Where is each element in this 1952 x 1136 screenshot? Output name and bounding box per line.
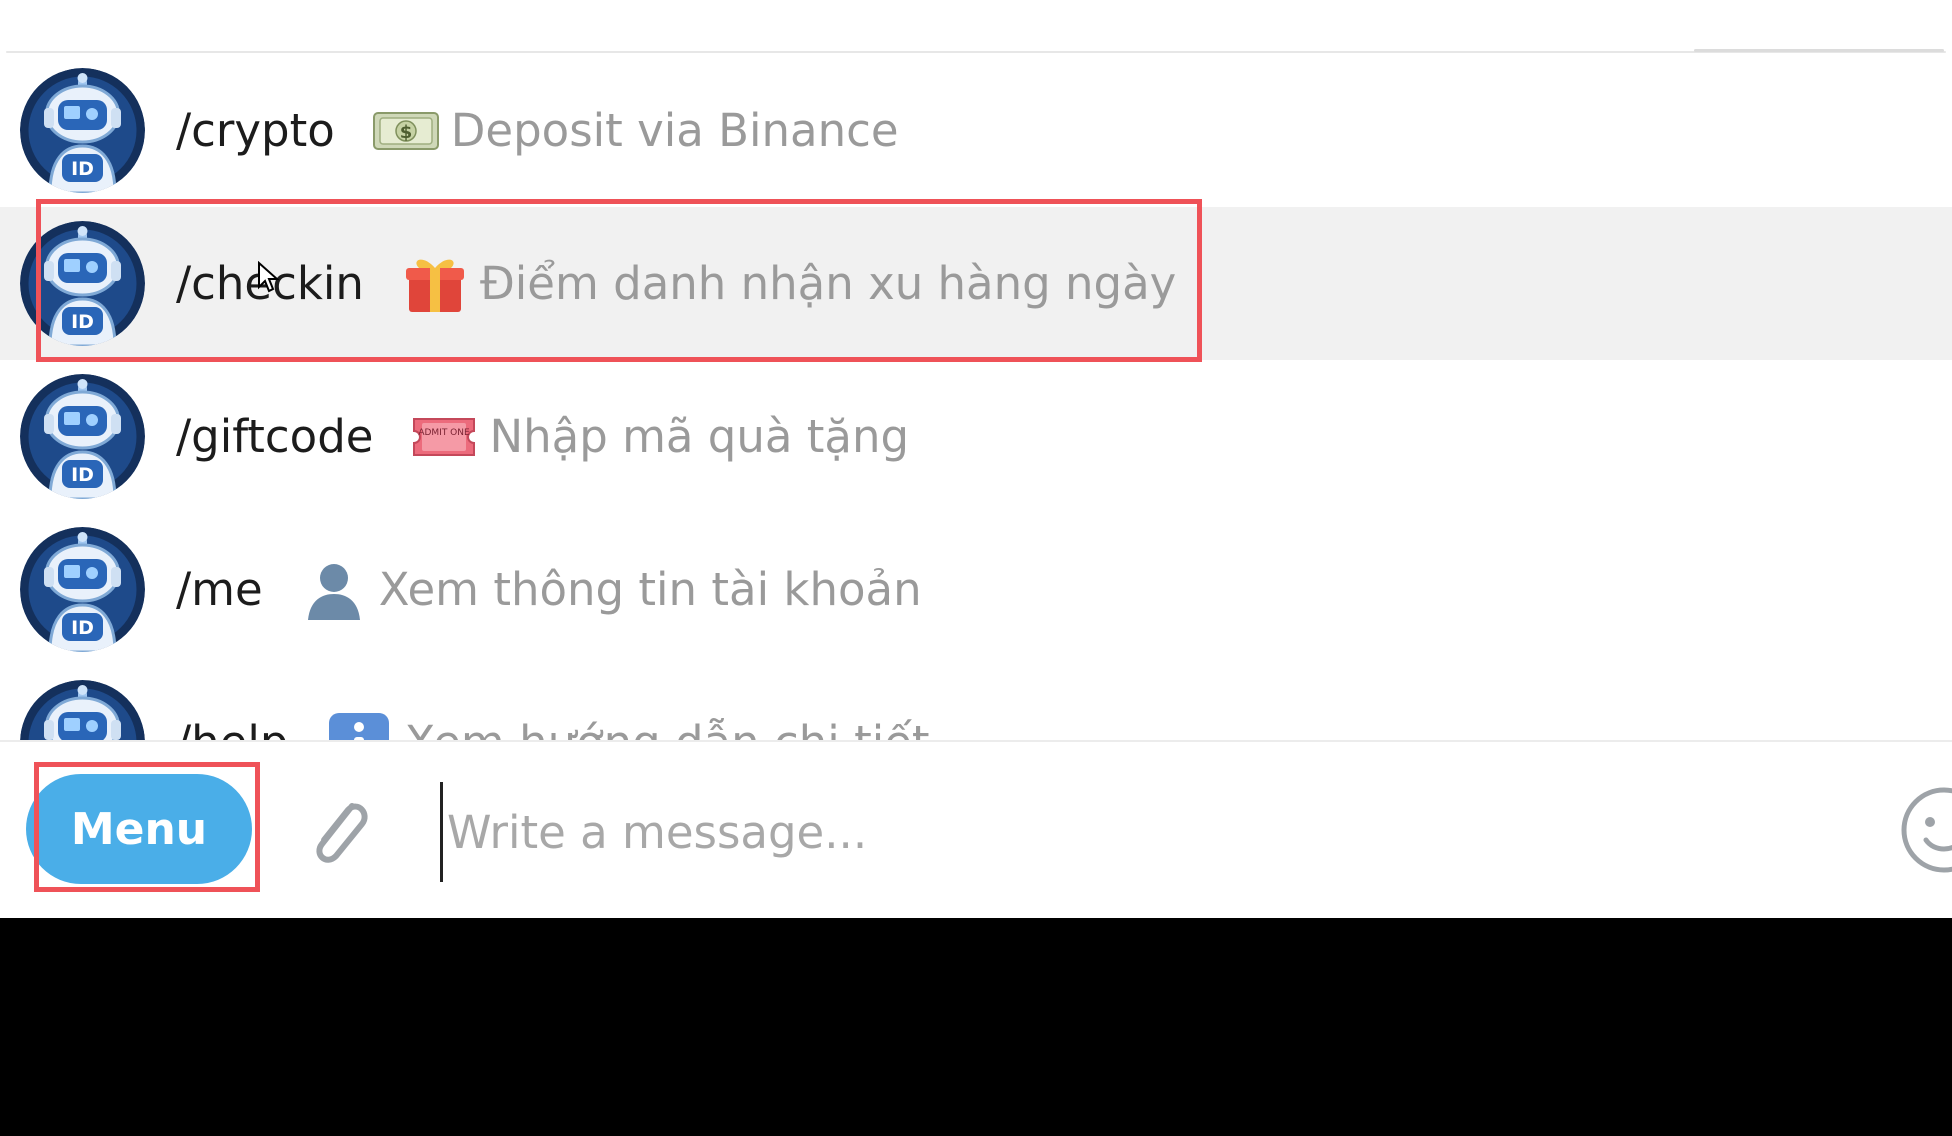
svg-text:ID: ID (71, 311, 94, 333)
message-composer: Menu (0, 740, 1952, 918)
bot-avatar: ID (20, 68, 145, 193)
info-icon (324, 708, 394, 740)
robot-avatar-image: ID (20, 680, 145, 740)
message-input[interactable] (440, 782, 1860, 882)
command-row-help[interactable]: ID /help Xem hướng dẫn chi tiết (0, 666, 1952, 740)
robot-avatar-image: ID (20, 527, 145, 652)
admit-one-ticket-icon: ADMIT ONE (409, 402, 479, 472)
command-description: Xem hướng dẫn chi tiết (404, 716, 929, 740)
robot-avatar-image: ID (20, 68, 145, 193)
popup-top-border (6, 51, 1946, 53)
command-row-giftcode[interactable]: ID /giftcode ADMIT ONE Nhập mã quà tặng (0, 360, 1952, 513)
mouse-cursor-icon (258, 261, 279, 293)
menu-button[interactable]: Menu (26, 774, 252, 884)
command-name: /help (176, 716, 288, 740)
person-silhouette-icon (299, 555, 369, 625)
command-name: /giftcode (176, 410, 374, 463)
command-row-crypto[interactable]: ID /crypto $ Deposit via Binance (0, 54, 1952, 207)
paperclip-icon[interactable] (300, 786, 380, 876)
robot-avatar-image: ID (20, 374, 145, 499)
bot-avatar: ID (20, 374, 145, 499)
bot-avatar: ID (20, 680, 145, 740)
svg-text:ID: ID (71, 617, 94, 639)
command-description: Deposit via Binance (450, 104, 899, 157)
telegram-chat-window: ID /crypto $ Deposit via Binance ID /che… (0, 0, 1952, 918)
command-description: Nhập mã quà tặng (489, 410, 910, 463)
command-row-checkin[interactable]: ID /checkin Điểm danh nhận xu hàng ngày (0, 207, 1952, 360)
dollar-banknote-icon: $ (371, 96, 441, 166)
command-description: Xem thông tin tài khoản (378, 563, 922, 616)
command-row-me[interactable]: ID /me Xem thông tin tài khoản (0, 513, 1952, 666)
svg-text:ID: ID (71, 158, 94, 180)
popup-top-border-accent (1694, 49, 1944, 52)
robot-avatar-image: ID (20, 221, 145, 346)
bot-avatar: ID (20, 527, 145, 652)
bot-avatar: ID (20, 221, 145, 346)
command-description: Điểm danh nhận xu hàng ngày (479, 257, 1177, 310)
gift-icon (400, 249, 470, 319)
emoji-smile-icon[interactable] (1896, 782, 1952, 878)
svg-text:$: $ (400, 122, 413, 143)
bot-command-list[interactable]: ID /crypto $ Deposit via Binance ID /che… (0, 54, 1952, 740)
svg-text:ADMIT ONE: ADMIT ONE (419, 428, 471, 438)
svg-text:ID: ID (71, 464, 94, 486)
command-name: /crypto (176, 104, 335, 157)
command-name: /me (176, 563, 263, 616)
